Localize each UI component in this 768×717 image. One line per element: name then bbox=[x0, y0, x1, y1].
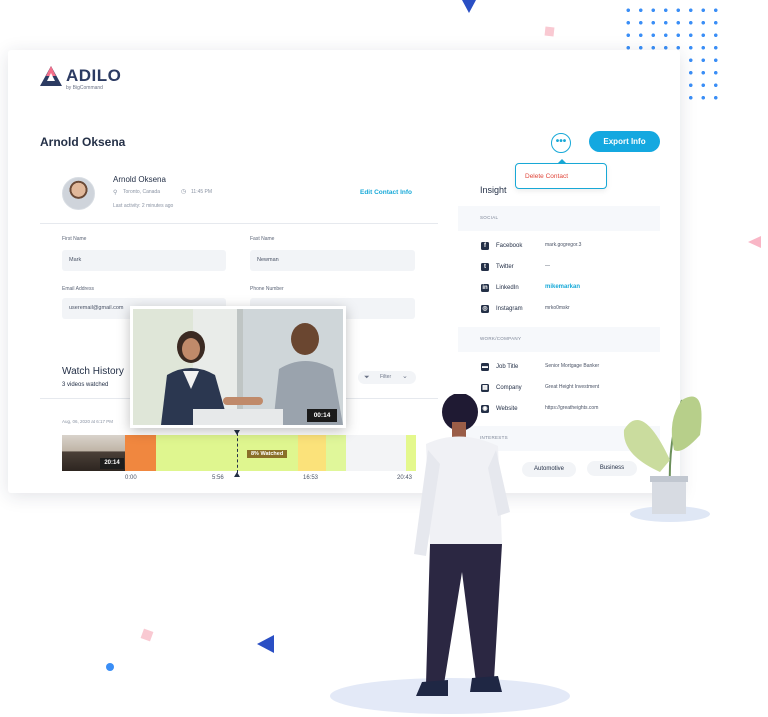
linkedin-icon: in bbox=[481, 284, 489, 292]
twitter-icon: t bbox=[481, 263, 489, 271]
social-row-label: Facebook bbox=[496, 243, 523, 249]
edit-contact-link[interactable]: Edit Contact Info bbox=[360, 189, 412, 196]
social-row-value: mrko0mskr bbox=[545, 305, 570, 311]
tick-label: 16:53 bbox=[303, 475, 319, 481]
first-name-field[interactable]: Mark bbox=[62, 250, 226, 271]
heatmap-segment bbox=[298, 435, 326, 471]
social-row-value: — bbox=[545, 263, 550, 269]
contact-local-time: 11:45 PM bbox=[191, 189, 213, 195]
location-pin-icon: ⚲ bbox=[113, 190, 118, 196]
phone-label: Phone Number bbox=[250, 286, 284, 292]
instagram-icon: ◎ bbox=[481, 305, 489, 313]
work-row-label: Job Title bbox=[496, 364, 519, 370]
social-row-value[interactable]: mikemarkan bbox=[545, 284, 580, 290]
contact-name: Arnold Oksena bbox=[113, 175, 166, 184]
more-options-button[interactable]: ••• bbox=[551, 133, 571, 153]
brand-tagline: by BigCommand bbox=[66, 85, 103, 91]
heatmap-segment bbox=[125, 435, 156, 471]
adilo-logo-icon bbox=[40, 66, 62, 91]
social-header-label: SOCIAL bbox=[480, 215, 499, 220]
first-name-label: First Name bbox=[62, 236, 87, 242]
work-row-value: Great Height Investment bbox=[545, 384, 600, 390]
decor-triangle-top bbox=[462, 0, 476, 13]
watch-history-title: Watch History bbox=[62, 366, 124, 377]
clock-icon: ◷ bbox=[181, 189, 187, 195]
page-title: Arnold Oksena bbox=[40, 135, 126, 149]
decor-dot-blue-bottom bbox=[106, 663, 114, 671]
decor-square-pink-top bbox=[544, 26, 555, 37]
decor-triangle-blue-bottom bbox=[257, 635, 274, 653]
building-icon: ▦ bbox=[481, 384, 489, 392]
last-name-field[interactable]: Newman bbox=[250, 250, 415, 271]
facebook-icon: f bbox=[481, 242, 489, 250]
section-divider bbox=[40, 223, 438, 224]
contact-avatar bbox=[62, 177, 95, 210]
work-section-header: WORK/COMPANY bbox=[458, 327, 660, 352]
filter-label: Filter bbox=[380, 374, 392, 380]
filter-dropdown[interactable]: ⏷ Filter ⌄ bbox=[358, 371, 416, 384]
work-header-label: WORK/COMPANY bbox=[480, 336, 522, 341]
decor-square-pink-bottom bbox=[140, 628, 154, 642]
plant-illustration bbox=[623, 396, 710, 522]
brand-name: ADILO bbox=[66, 66, 122, 85]
last-activity: Last activity: 2 minutes ago bbox=[113, 203, 174, 209]
session-date: Aug, 06, 2020 at 6:17 PM bbox=[62, 419, 114, 424]
heatmap-segment bbox=[156, 435, 237, 471]
work-row-label: Company bbox=[496, 385, 522, 391]
chevron-down-icon: ⌄ bbox=[402, 373, 408, 380]
videos-watched-count: 3 videos watched bbox=[62, 382, 109, 388]
watched-percent-label: 8% Watched bbox=[247, 450, 288, 458]
export-info-button[interactable]: Export Info bbox=[589, 131, 660, 152]
delete-contact-item[interactable]: Delete Contact bbox=[525, 173, 568, 180]
options-menu: Delete Contact bbox=[515, 163, 607, 189]
tick-label: 0:00 bbox=[125, 475, 137, 481]
social-row-label: LinkedIn bbox=[496, 285, 519, 291]
handshake-image bbox=[133, 309, 343, 425]
social-row-label: Instagram bbox=[496, 306, 523, 312]
decor-triangle-pink-right bbox=[748, 236, 761, 248]
social-row-label: Twitter bbox=[496, 264, 514, 270]
insight-title: Insight bbox=[480, 185, 507, 195]
thumbnail-duration: 20:14 bbox=[100, 458, 124, 469]
tick-label: 5:56 bbox=[212, 475, 224, 481]
playhead[interactable] bbox=[237, 433, 238, 473]
email-label: Email Address bbox=[62, 286, 94, 292]
briefcase-icon: ▬ bbox=[481, 363, 489, 371]
person-illustration bbox=[330, 394, 570, 714]
contact-location: Toronto, Canada bbox=[123, 189, 160, 195]
playhead-bottom-marker bbox=[234, 472, 240, 477]
filter-icon: ⏷ bbox=[364, 374, 370, 381]
social-section-header: SOCIAL bbox=[458, 206, 660, 231]
social-row-value: mark.gogregor.3 bbox=[545, 242, 582, 248]
last-name-label: Fast Name bbox=[250, 236, 275, 242]
work-row-value: Senior Mortgage Banker bbox=[545, 363, 600, 369]
